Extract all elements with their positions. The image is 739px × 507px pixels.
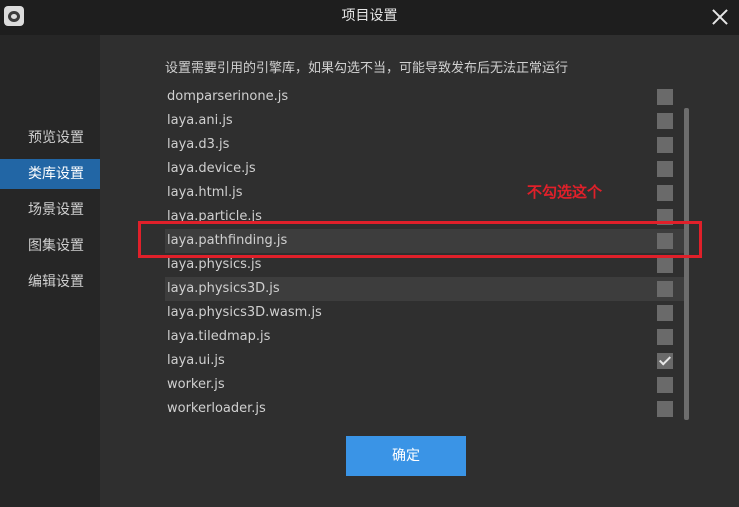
- sidebar-item-library-settings[interactable]: 类库设置: [0, 159, 114, 189]
- window-title: 项目设置: [341, 8, 398, 24]
- library-checkbox[interactable]: [657, 305, 673, 321]
- sidebar: 预览设置 类库设置 场景设置 图集设置 编辑设置: [0, 35, 114, 507]
- library-checkbox[interactable]: [657, 401, 673, 417]
- library-row[interactable]: laya.device.js: [165, 157, 685, 181]
- library-row[interactable]: laya.physics3D.wasm.js: [165, 301, 685, 325]
- sidebar-item-scene-settings[interactable]: 场景设置: [0, 195, 100, 225]
- library-row[interactable]: laya.d3.js: [165, 133, 685, 157]
- annotation-highlight-box: [138, 221, 702, 258]
- library-checkbox[interactable]: [657, 161, 673, 177]
- library-checkbox[interactable]: [657, 89, 673, 105]
- library-checkbox[interactable]: [657, 257, 673, 273]
- library-checkbox[interactable]: [657, 137, 673, 153]
- library-row-hover[interactable]: laya.physics3D.js: [165, 277, 685, 301]
- library-row[interactable]: laya.tiledmap.js: [165, 325, 685, 349]
- sidebar-item-preview-settings[interactable]: 预览设置: [0, 123, 100, 153]
- library-checkbox[interactable]: [657, 281, 673, 297]
- library-row[interactable]: workerloader.js: [165, 397, 685, 421]
- confirm-button[interactable]: 确定: [346, 436, 466, 476]
- library-checkbox[interactable]: [657, 185, 673, 201]
- library-row[interactable]: laya.ui.js: [165, 349, 685, 373]
- library-description: 设置需要引用的引擎库，如果勾选不当，可能导致发布后无法正常运行: [165, 61, 569, 76]
- library-row[interactable]: worker.js: [165, 373, 685, 397]
- library-row[interactable]: laya.ani.js: [165, 109, 685, 133]
- library-checkbox[interactable]: [657, 329, 673, 345]
- library-checkbox-checked[interactable]: [657, 353, 673, 369]
- annotation-label: 不勾选这个: [527, 183, 603, 201]
- close-icon[interactable]: [709, 6, 731, 28]
- title-bar: 项目设置: [0, 0, 739, 35]
- sidebar-item-edit-settings[interactable]: 编辑设置: [0, 267, 100, 297]
- list-scrollbar[interactable]: [684, 108, 689, 420]
- library-checkbox[interactable]: [657, 113, 673, 129]
- sidebar-item-atlas-settings[interactable]: 图集设置: [0, 231, 100, 261]
- library-checkbox[interactable]: [657, 377, 673, 393]
- library-row[interactable]: laya.html.js: [165, 181, 685, 205]
- library-row[interactable]: domparserinone.js: [165, 85, 685, 109]
